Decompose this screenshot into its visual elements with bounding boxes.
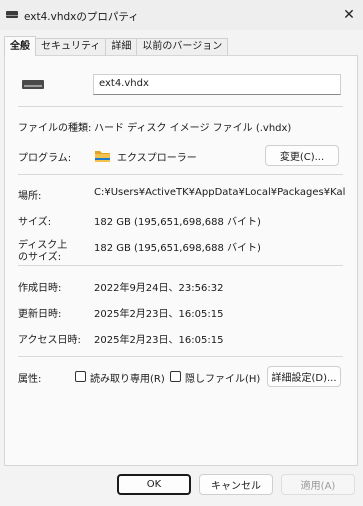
tab-general[interactable]: 全般 (4, 36, 36, 56)
accessed-label: アクセス日時: (18, 335, 81, 346)
tab-details[interactable]: 詳細 (105, 38, 138, 56)
cancel-button[interactable]: キャンセル (199, 474, 273, 495)
size-value: 182 GB (195,651,698,688 バイト) (94, 217, 261, 228)
location-value: C:¥Users¥ActiveTK¥AppData¥Local¥Packages… (94, 187, 346, 198)
divider (18, 106, 343, 107)
size-on-disk-label-line2: のサイズ: (18, 252, 62, 263)
program-label: プログラム: (18, 153, 72, 164)
advanced-button[interactable]: 詳細設定(D)... (267, 366, 341, 387)
file-drive-icon (22, 80, 44, 89)
size-label: サイズ: (18, 217, 52, 228)
accessed-value: 2025年2月23日、16:05:15 (94, 335, 224, 346)
drive-icon (6, 11, 18, 18)
program-value: エクスプローラー (117, 153, 197, 164)
tab-security[interactable]: セキュリティ (35, 38, 107, 56)
modified-value: 2025年2月23日、16:05:15 (94, 309, 224, 320)
general-panel: ext4.vhdx ファイルの種類: ハード ディスク イメージ ファイル (.… (4, 55, 358, 466)
hidden-label[interactable]: 隠しファイル(H) (185, 370, 260, 385)
size-on-disk-value: 182 GB (195,651,698,688 バイト) (94, 243, 261, 254)
file-type-value: ハード ディスク イメージ ファイル (.vhdx) (94, 123, 292, 134)
readonly-label[interactable]: 読み取り専用(R) (90, 370, 165, 385)
readonly-checkbox[interactable] (75, 371, 86, 382)
title-bar: ext4.vhdxのプロパティ ✕ (0, 0, 363, 30)
created-label: 作成日時: (18, 283, 62, 294)
location-label: 場所: (18, 191, 42, 202)
folder-icon (95, 151, 110, 162)
tab-previous-versions[interactable]: 以前のバージョン (136, 38, 229, 56)
created-value: 2022年9月24日、23:56:32 (94, 283, 224, 294)
divider (18, 174, 343, 175)
divider (18, 356, 343, 357)
ok-button[interactable]: OK (117, 474, 191, 495)
window-title: ext4.vhdxのプロパティ (24, 11, 139, 23)
divider (18, 265, 343, 266)
file-type-label: ファイルの種類: (18, 123, 92, 134)
close-button[interactable]: ✕ (335, 0, 363, 30)
hidden-checkbox[interactable] (170, 371, 181, 382)
modified-label: 更新日時: (18, 309, 62, 320)
change-button[interactable]: 変更(C)... (265, 145, 339, 166)
filename-field[interactable]: ext4.vhdx (93, 74, 341, 95)
attributes-label: 属性: (18, 374, 42, 385)
apply-button[interactable]: 適用(A) (281, 474, 355, 495)
tab-strip: 全般 セキュリティ 詳細 以前のバージョン (4, 36, 229, 56)
